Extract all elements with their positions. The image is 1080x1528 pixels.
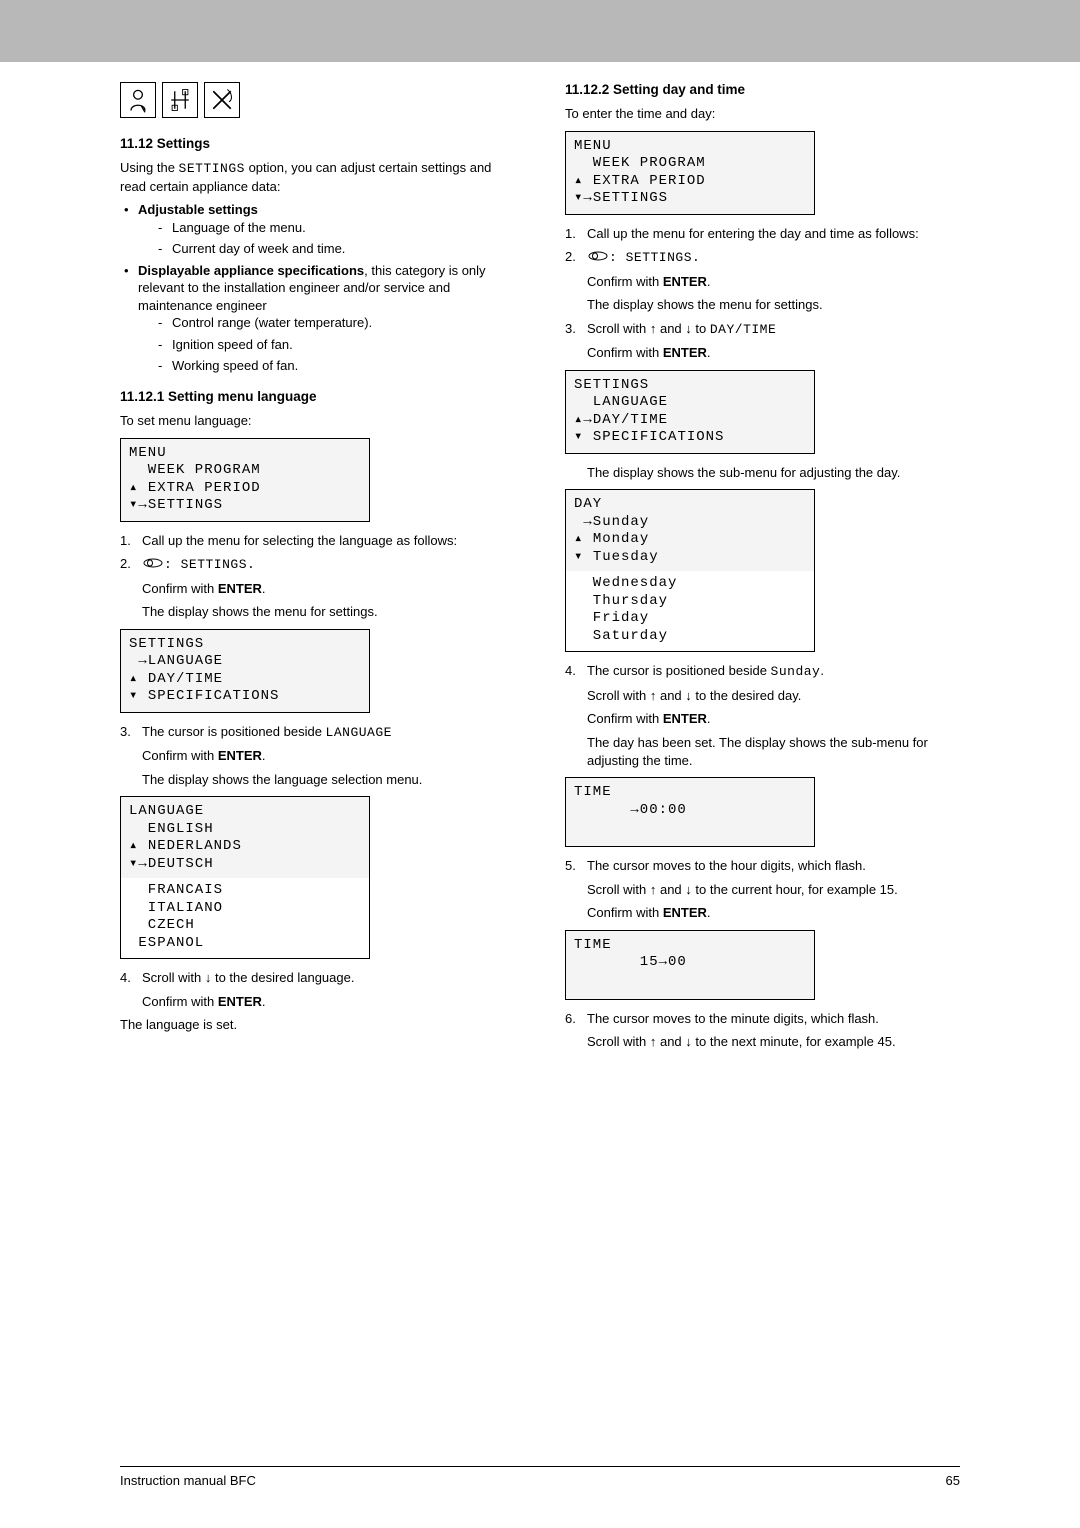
sub1-intro: To set menu language: (120, 412, 515, 430)
settings-display-2: SETTINGS LANGUAGE ▴→DAY/TIME ▾ SPECIFICA… (565, 370, 815, 454)
r-step-2: : SETTINGS. (565, 248, 960, 267)
day-display-ext: Wednesday Thursday Friday Saturday (565, 571, 815, 652)
sub2-heading: 11.12.2 Setting day and time (565, 82, 960, 97)
sub2-steps-4: The cursor is positioned beside Sunday. (565, 662, 960, 681)
sub2-steps-5: The cursor moves to the hour digits, whi… (565, 857, 960, 875)
section-intro: Using the SETTINGS option, you can adjus… (120, 159, 515, 195)
left-column: 11.12 Settings Using the SETTINGS option… (120, 82, 515, 1057)
dash-item: Language of the menu. (138, 219, 515, 237)
r-step-5-scroll: Scroll with ↑ and ↓ to the current hour,… (565, 881, 960, 899)
r-step-1: Call up the menu for entering the day an… (565, 225, 960, 243)
language-display-ext: FRANCAIS ITALIANO CZECH ESPANOL (120, 878, 370, 959)
sub1-heading: 11.12.1 Setting menu language (120, 389, 515, 404)
r-step-6: The cursor moves to the minute digits, w… (565, 1010, 960, 1028)
roll-icon (142, 556, 164, 574)
step-3-confirm: Confirm with ENTER. (120, 747, 515, 765)
right-column: 11.12.2 Setting day and time To enter th… (565, 82, 960, 1057)
footer: Instruction manual BFC 65 (120, 1466, 960, 1488)
maintenance-icon (162, 82, 198, 118)
user-icon (120, 82, 156, 118)
step-4: Scroll with ↓ to the desired language. (120, 969, 515, 987)
menu-display: MENU WEEK PROGRAM ▴ EXTRA PERIOD ▾→SETTI… (120, 438, 370, 522)
r-step-6-scroll: Scroll with ↑ and ↓ to the next minute, … (565, 1033, 960, 1051)
r-step-3: Scroll with ↑ and ↓ to DAY/TIME (565, 320, 960, 339)
menu-display-2: MENU WEEK PROGRAM ▴ EXTRA PERIOD ▾→SETTI… (565, 131, 815, 215)
dash-item: Current day of week and time. (138, 240, 515, 258)
r-step-2-label: : SETTINGS. (609, 250, 700, 265)
content-area: 11.12 Settings Using the SETTINGS option… (0, 62, 1080, 1057)
r-step-4: The cursor is positioned beside Sunday. (565, 662, 960, 681)
footer-right: 65 (946, 1473, 960, 1488)
r-step-5: The cursor moves to the hour digits, whi… (565, 857, 960, 875)
language-display: LANGUAGE ENGLISH ▴ NEDERLANDS ▾→DEUTSCH (120, 796, 370, 880)
step-2-confirm: Confirm with ENTER. (120, 580, 515, 598)
r-step-4-confirm: Confirm with ENTER. (565, 710, 960, 728)
step-1: Call up the menu for selecting the langu… (120, 532, 515, 550)
sub1-steps-4: Scroll with ↓ to the desired language. (120, 969, 515, 987)
bullet-adjustable: Adjustable settings (138, 202, 258, 217)
step-3-display: The display shows the language selection… (120, 771, 515, 789)
step-2-display: The display shows the menu for settings. (120, 603, 515, 621)
r-step-3-confirm: Confirm with ENTER. (565, 344, 960, 362)
r-step-4-scroll: Scroll with ↑ and ↓ to the desired day. (565, 687, 960, 705)
r-step-5-confirm: Confirm with ENTER. (565, 904, 960, 922)
step-2: : SETTINGS. (120, 555, 515, 574)
dash-item: Control range (water temperature). (138, 314, 515, 332)
r-step-2-display: The display shows the menu for settings. (565, 296, 960, 314)
sub1-closing: The language is set. (120, 1016, 515, 1034)
settings-display: SETTINGS →LANGUAGE ▴ DAY/TIME ▾ SPECIFIC… (120, 629, 370, 713)
footer-left: Instruction manual BFC (120, 1473, 256, 1488)
icon-row (120, 82, 515, 118)
sub2-steps-6: The cursor moves to the minute digits, w… (565, 1010, 960, 1028)
sub2-steps-3: Scroll with ↑ and ↓ to DAY/TIME (565, 320, 960, 339)
cancel-icon (204, 82, 240, 118)
dash-item: Ignition speed of fan. (138, 336, 515, 354)
r-step-4-display: The day has been set. The display shows … (565, 734, 960, 769)
roll-icon (587, 249, 609, 267)
settings-bullets: Adjustable settings Language of the menu… (120, 201, 515, 375)
sub1-steps: Call up the menu for selecting the langu… (120, 532, 515, 574)
r-step-2-confirm: Confirm with ENTER. (565, 273, 960, 291)
step-3: The cursor is positioned beside LANGUAGE (120, 723, 515, 742)
sub2-intro: To enter the time and day: (565, 105, 960, 123)
r-step-3-display: The display shows the sub-menu for adjus… (565, 464, 960, 482)
dash-item: Working speed of fan. (138, 357, 515, 375)
step-2-label: : SETTINGS. (164, 557, 255, 572)
section-heading: 11.12 Settings (120, 136, 515, 151)
sub2-steps: Call up the menu for entering the day an… (565, 225, 960, 267)
time-display-2: TIME 15→00 (565, 930, 815, 1000)
day-display: DAY →Sunday ▴ Monday ▾ Tuesday (565, 489, 815, 573)
top-banner (0, 0, 1080, 62)
bullet-displayable: Displayable appliance specifications (138, 263, 364, 278)
step-4-confirm: Confirm with ENTER. (120, 993, 515, 1011)
sub1-steps-cont: The cursor is positioned beside LANGUAGE (120, 723, 515, 742)
time-display-1: TIME →00:00 (565, 777, 815, 847)
